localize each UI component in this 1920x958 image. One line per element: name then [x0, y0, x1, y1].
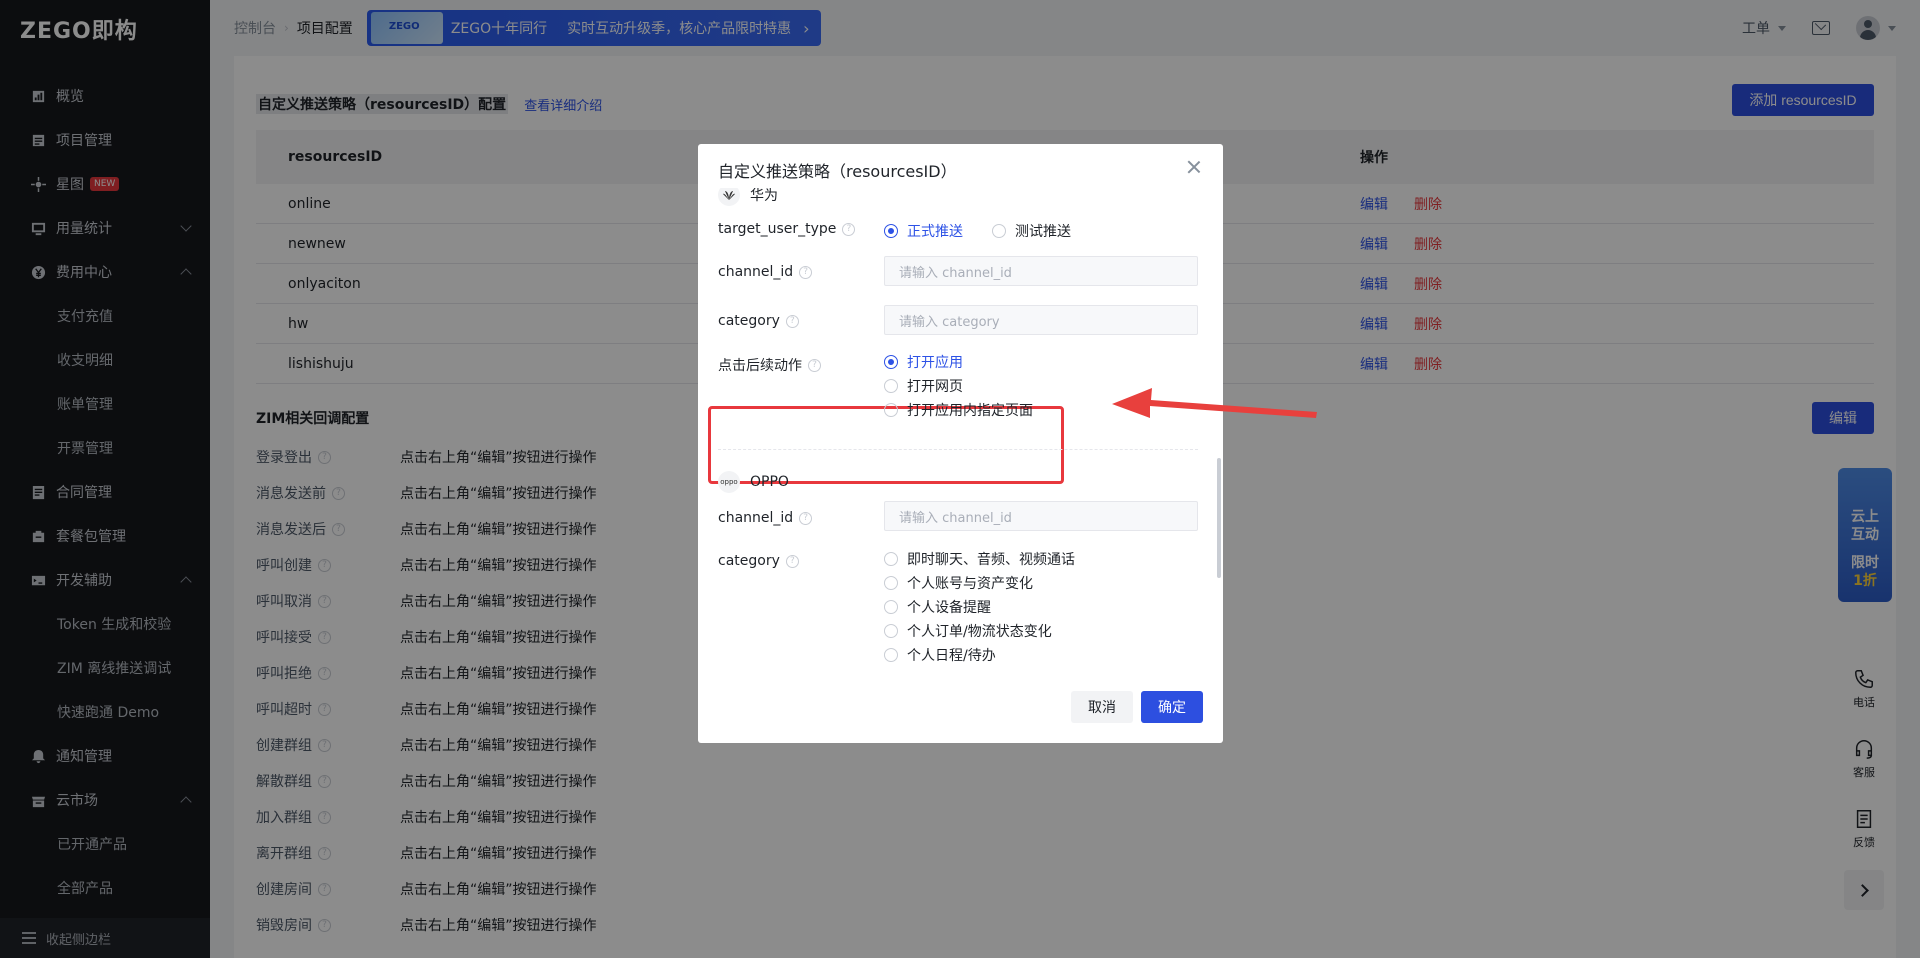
vendor-name: OPPO	[750, 474, 789, 490]
category-label: category ?	[718, 313, 799, 329]
vendor-oppo: oppo OPPO	[718, 471, 789, 493]
radio-label: 打开网页	[907, 379, 963, 395]
field-label-text: category	[718, 313, 780, 329]
radio-dot	[884, 403, 898, 417]
oppo-logo-icon: oppo	[718, 471, 740, 493]
radio-oppo-category-account[interactable]: 个人账号与资产变化	[884, 573, 1033, 593]
radio-label: 个人订单/物流状态变化	[907, 624, 1052, 640]
confirm-button[interactable]: 确定	[1141, 691, 1203, 723]
click-action-label: 点击后续动作 ?	[718, 355, 821, 375]
radio-open-webpage[interactable]: 打开网页	[884, 376, 963, 396]
target-user-type-label: target_user_type ?	[718, 221, 856, 237]
help-icon[interactable]: ?	[785, 314, 799, 328]
radio-dot	[884, 624, 898, 638]
modal-scrollbar[interactable]	[1217, 458, 1221, 578]
radio-dot	[884, 224, 898, 238]
radio-oppo-category-device[interactable]: 个人设备提醒	[884, 597, 991, 617]
radio-production-push[interactable]: 正式推送	[884, 221, 963, 241]
radio-label: 测试推送	[1015, 224, 1071, 240]
huawei-logo-icon	[718, 188, 740, 206]
radio-label: 打开应用内指定页面	[907, 403, 1033, 419]
radio-dot	[884, 379, 898, 393]
vendor-divider	[718, 449, 1198, 450]
huawei-channel-id-input[interactable]: 请输入 channel_id	[884, 256, 1198, 286]
modal-footer: 取消 确定	[698, 691, 1223, 723]
field-label-text: 点击后续动作	[718, 358, 802, 374]
help-icon[interactable]: ?	[785, 554, 799, 568]
radio-oppo-category-im[interactable]: 即时聊天、音频、视频通话	[884, 549, 1075, 569]
radio-dot	[884, 552, 898, 566]
resourcesid-modal: 自定义推送策略（resourcesID） 华为 target_user_type…	[698, 144, 1223, 743]
radio-open-app-page[interactable]: 打开应用内指定页面	[884, 400, 1033, 420]
radio-dot	[884, 355, 898, 369]
radio-label: 个人日程/待办	[907, 648, 996, 664]
oppo-channel-id-label: channel_id ?	[718, 510, 813, 526]
channel-id-label: channel_id ?	[718, 264, 813, 280]
help-icon[interactable]: ?	[842, 222, 856, 236]
close-icon[interactable]	[1187, 160, 1201, 174]
field-label-text: channel_id	[718, 264, 794, 280]
radio-dot	[884, 600, 898, 614]
oppo-channel-id-input[interactable]: 请输入 channel_id	[884, 501, 1198, 531]
annotation-arrow-icon	[1112, 388, 1317, 418]
vendor-huawei: 华为	[718, 188, 778, 206]
radio-dot	[884, 648, 898, 662]
oppo-category-label: category ?	[718, 553, 799, 569]
radio-label: 打开应用	[907, 355, 963, 371]
radio-label: 个人设备提醒	[907, 600, 991, 616]
radio-oppo-category-todo[interactable]: 个人日程/待办	[884, 645, 996, 665]
radio-open-app[interactable]: 打开应用	[884, 352, 963, 372]
radio-label: 个人账号与资产变化	[907, 576, 1033, 592]
field-label-text: category	[718, 553, 780, 569]
vendor-name: 华为	[750, 188, 778, 204]
radio-dot	[884, 576, 898, 590]
huawei-category-input[interactable]: 请输入 category	[884, 305, 1198, 335]
help-icon[interactable]: ?	[799, 265, 813, 279]
modal-title: 自定义推送策略（resourcesID）	[718, 162, 957, 181]
modal-body: 华为 target_user_type ? 正式推送 测试推送 channel_…	[698, 188, 1223, 668]
radio-dot	[992, 224, 1006, 238]
help-icon[interactable]: ?	[799, 511, 813, 525]
cancel-button[interactable]: 取消	[1071, 691, 1133, 723]
radio-label: 即时聊天、音频、视频通话	[907, 552, 1075, 568]
field-label-text: channel_id	[718, 510, 794, 526]
radio-test-push[interactable]: 测试推送	[992, 221, 1071, 241]
radio-label: 正式推送	[907, 224, 963, 240]
help-icon[interactable]: ?	[808, 358, 821, 372]
radio-oppo-category-order[interactable]: 个人订单/物流状态变化	[884, 621, 1052, 641]
field-label-text: target_user_type	[718, 221, 837, 237]
